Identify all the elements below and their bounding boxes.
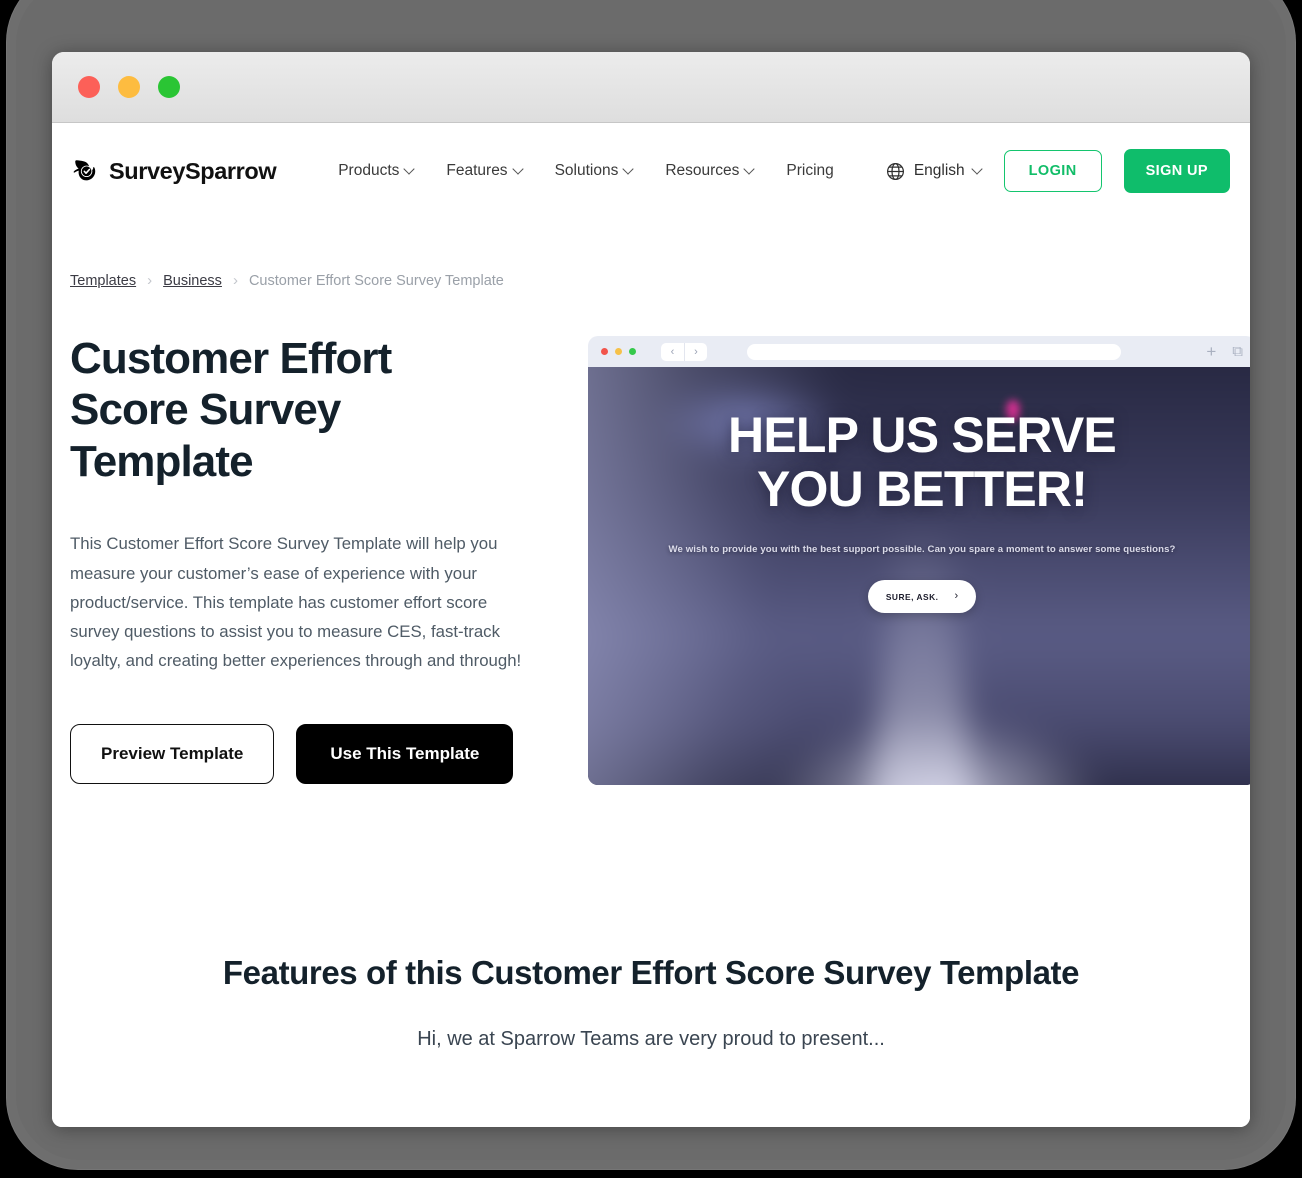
language-selector[interactable]: English <box>885 161 982 182</box>
login-button[interactable]: LOGIN <box>1003 150 1102 192</box>
survey-content: HELP US SERVE YOU BETTER! We wish to pro… <box>588 367 1250 785</box>
signup-button[interactable]: SIGN UP <box>1123 149 1230 193</box>
globe-icon <box>886 162 904 180</box>
brand-logo[interactable]: SurveySparrow <box>70 156 277 186</box>
preview-maximize-dot-icon <box>629 348 636 355</box>
survey-preview-body: HELP US SERVE YOU BETTER! We wish to pro… <box>588 367 1250 785</box>
browser-window: SurveySparrow Products Features Solution… <box>52 52 1250 1127</box>
new-tab-icon[interactable]: + <box>1206 343 1216 360</box>
chevron-down-icon <box>514 165 523 174</box>
features-title: Features of this Customer Effort Score S… <box>222 954 1080 991</box>
survey-start-button[interactable]: SURE, ASK. › <box>867 580 977 613</box>
chevron-right-icon: › <box>954 590 959 602</box>
hero-action-buttons: Preview Template Use This Template <box>70 723 582 784</box>
chevron-right-icon: › <box>147 271 153 289</box>
brand-name: SurveySparrow <box>109 157 277 184</box>
window-titlebar <box>52 52 1250 123</box>
chevron-down-icon <box>405 165 414 174</box>
preview-chrome-right-group: + ⧉ <box>1206 343 1243 360</box>
hero-section: Customer Effort Score Survey Template Th… <box>52 333 1250 785</box>
preview-traffic-lights <box>601 348 636 355</box>
preview-minimize-dot-icon <box>615 348 622 355</box>
nav-item-solutions[interactable]: Solutions <box>539 154 650 188</box>
hero-description: This Customer Effort Score Survey Templa… <box>70 534 522 671</box>
back-icon[interactable]: ‹ <box>661 343 684 361</box>
close-window-button[interactable] <box>78 76 100 98</box>
nav-item-resources[interactable]: Resources <box>649 154 770 188</box>
survey-heading: HELP US SERVE YOU BETTER! <box>728 407 1117 517</box>
preview-url-bar[interactable] <box>747 343 1121 360</box>
nav-item-products[interactable]: Products <box>322 154 430 188</box>
nav-item-features-label: Features <box>446 162 508 179</box>
preview-browser-chrome: ‹ › + ⧉ <box>588 336 1250 367</box>
site-navbar: SurveySparrow Products Features Solution… <box>52 123 1250 219</box>
breadcrumb-current: Customer Effort Score Survey Template <box>248 273 504 289</box>
maximize-window-button[interactable] <box>158 76 180 98</box>
features-subtitle: Hi, we at Sparrow Teams are very proud t… <box>417 1028 885 1051</box>
breadcrumb-item-business[interactable]: Business <box>163 273 222 289</box>
nav-item-resources-label: Resources <box>665 162 740 179</box>
chevron-down-icon <box>745 165 754 174</box>
nav-item-pricing-label: Pricing <box>786 162 834 179</box>
hero-left-column: Customer Effort Score Survey Template Th… <box>70 333 582 785</box>
chevron-down-icon <box>973 165 982 174</box>
nav-item-pricing[interactable]: Pricing <box>770 154 849 188</box>
breadcrumb: Templates › Business › Customer Effort S… <box>52 271 1250 290</box>
nav-item-products-label: Products <box>338 162 400 179</box>
preview-close-dot-icon <box>601 348 608 355</box>
nav-item-features[interactable]: Features <box>430 154 538 188</box>
template-preview-card: ‹ › + ⧉ HELP US SERVE YOU BETTER! We wis… <box>588 336 1250 785</box>
primary-navigation: Products Features Solutions Resources Pr… <box>322 154 850 188</box>
language-label: English <box>913 162 965 179</box>
page-title: Customer Effort Score Survey Template <box>70 334 392 486</box>
minimize-window-button[interactable] <box>118 76 140 98</box>
use-this-template-button[interactable]: Use This Template <box>296 723 514 784</box>
chevron-down-icon <box>624 165 633 174</box>
copy-icon[interactable]: ⧉ <box>1232 344 1243 359</box>
surveysparrow-bird-icon <box>73 160 96 181</box>
features-section: Features of this Customer Effort Score S… <box>52 945 1250 1055</box>
survey-subtext: We wish to provide you with the best sup… <box>668 544 1176 555</box>
preview-nav-buttons: ‹ › <box>661 342 707 361</box>
navbar-right-group: English LOGIN SIGN UP <box>885 149 1230 193</box>
survey-start-button-label: SURE, ASK. <box>885 591 939 602</box>
nav-item-solutions-label: Solutions <box>554 162 619 179</box>
chevron-right-icon: › <box>232 271 238 289</box>
forward-icon[interactable]: › <box>684 342 707 361</box>
breadcrumb-item-templates[interactable]: Templates <box>70 273 136 289</box>
preview-template-button[interactable]: Preview Template <box>70 723 275 784</box>
page-viewport: SurveySparrow Products Features Solution… <box>52 123 1250 1127</box>
